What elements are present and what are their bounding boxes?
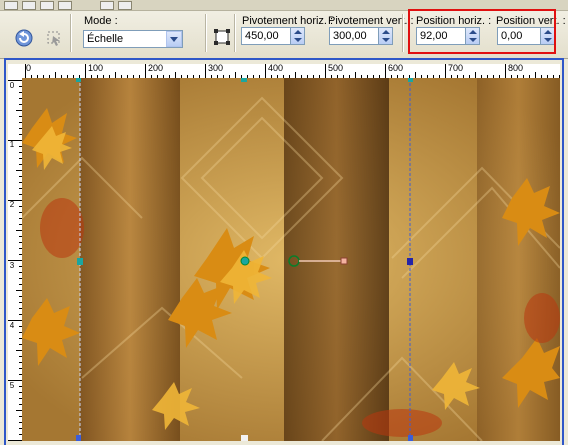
ruler-tick — [385, 64, 386, 78]
separator — [70, 14, 72, 52]
ruler-label: 600 — [388, 64, 404, 73]
reset-button[interactable] — [14, 28, 34, 48]
separator — [205, 14, 207, 52]
pick-tool-button[interactable] — [44, 28, 64, 48]
autumn-leaves-image — [22, 78, 560, 441]
separator — [402, 14, 404, 52]
horizontal-ruler: 0 100 200 300 400 500 600 700 800 — [8, 64, 560, 79]
ruler-tick — [8, 440, 22, 441]
ruler-tick — [205, 64, 206, 78]
ruler-tick — [505, 64, 506, 78]
toolbar-icon[interactable] — [4, 1, 18, 10]
ruler-tick — [8, 80, 22, 81]
ruler-tick — [8, 260, 22, 261]
ruler-label: 2 — [9, 200, 15, 209]
ruler-tick — [8, 200, 22, 201]
separator — [234, 14, 236, 52]
toolbar-icon[interactable] — [58, 1, 72, 10]
toolbar-icon[interactable] — [22, 1, 36, 10]
pivot-h-label: Pivotement horiz. : — [242, 15, 334, 27]
mode-select-value: Échelle — [87, 33, 124, 45]
ruler-label: 300 — [208, 64, 224, 73]
toolbar-icon[interactable] — [40, 1, 54, 10]
deform-toolbar: Mode : Échelle Pivotement horiz. : 450,0… — [0, 0, 568, 59]
ruler-label: 1 — [9, 140, 15, 149]
ruler-label: 3 — [9, 261, 15, 270]
ruler-label: 800 — [508, 64, 524, 73]
pivot-v-label: Pivotement vert. : — [328, 15, 414, 27]
up-arrow-icon — [294, 30, 302, 34]
chevron-down-icon[interactable] — [166, 31, 182, 47]
down-arrow-icon — [294, 38, 302, 42]
pick-tool-icon — [47, 31, 60, 46]
down-arrow-icon — [382, 38, 390, 42]
vertical-ruler: 0 1 2 3 4 5 — [8, 78, 23, 441]
pivot-v-spinner[interactable] — [378, 27, 393, 45]
pivot-h-spinner[interactable] — [290, 27, 305, 45]
ruler-label: 0 — [26, 64, 32, 73]
ruler-tick — [325, 64, 326, 78]
fit-image-icon — [214, 29, 230, 45]
ruler-tick — [265, 64, 266, 78]
fit-image-button[interactable] — [212, 27, 232, 47]
toolbar-icon[interactable] — [100, 1, 114, 10]
ruler-tick — [145, 64, 146, 78]
ruler-label: 0 — [9, 81, 15, 90]
ruler-label: 500 — [328, 64, 344, 73]
up-arrow-icon — [382, 30, 390, 34]
ruler-label: 700 — [448, 64, 464, 73]
ruler-label: 100 — [88, 64, 104, 73]
ruler-label: 4 — [9, 321, 15, 330]
ruler-tick — [445, 64, 446, 78]
ruler-label: 400 — [268, 64, 284, 73]
ruler-tick — [85, 64, 86, 78]
ruler-tick — [8, 380, 22, 381]
ruler-tick — [8, 320, 22, 321]
position-highlight-box — [408, 9, 556, 54]
ruler-label: 5 — [9, 381, 15, 390]
reset-icon — [15, 29, 33, 47]
ruler-tick — [25, 64, 26, 78]
pivot-h-input[interactable]: 450,00 — [241, 27, 291, 45]
image-canvas[interactable] — [22, 78, 560, 441]
pivot-v-input[interactable]: 300,00 — [329, 27, 379, 45]
toolbar-icon[interactable] — [118, 1, 132, 10]
ruler-tick — [8, 140, 22, 141]
ruler-label: 200 — [148, 64, 164, 73]
mode-label: Mode : — [84, 15, 118, 27]
